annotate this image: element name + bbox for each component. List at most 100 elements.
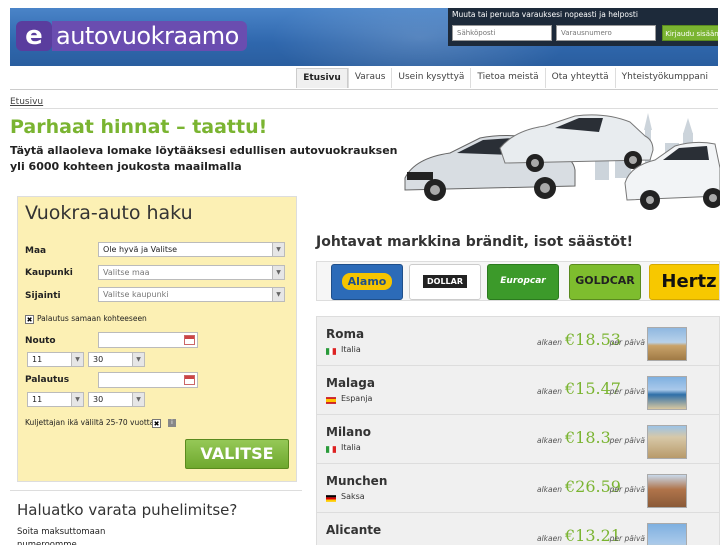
login-button[interactable]: Kirjaudu sisään (662, 25, 718, 41)
page-title: Parhaat hinnat – taattu! (10, 116, 268, 138)
breadcrumb[interactable]: Etusivu (10, 97, 43, 107)
driver-age-label: Kuljettajan ikä väliltä 25-70 vuotta? (25, 418, 159, 427)
brands-carousel: Alamo DOLLAR Europcar GOLDCAR Hertz (316, 261, 720, 301)
from-label: alkaen (537, 436, 562, 445)
brand-dollar[interactable]: DOLLAR (409, 264, 481, 300)
chevron-down-icon: ▼ (132, 353, 144, 366)
phone-title: Haluatko varata puhelimitse? (17, 501, 238, 519)
reservation-number-input[interactable] (556, 25, 656, 41)
pickup-hour-select[interactable]: 11 ▼ (27, 352, 84, 367)
destination-city: Malaga (326, 376, 375, 390)
destination-price: €18.3 (565, 428, 611, 447)
pickup-minute-select[interactable]: 30 ▼ (88, 352, 145, 367)
nav-item-partner[interactable]: Yhteistyökumppani (614, 68, 714, 88)
login-title: Muuta tai peruuta varauksesi nopeasti ja… (452, 10, 638, 19)
nav-item-booking[interactable]: Varaus (347, 68, 392, 88)
driver-age-checkbox[interactable]: ✖ (152, 419, 161, 428)
destination-price: €13.21 (565, 526, 621, 545)
alicante-photo[interactable] (647, 523, 687, 545)
info-icon[interactable]: i (168, 419, 176, 427)
pickup-minute-value: 30 (93, 355, 104, 364)
germany-flag-icon (326, 495, 336, 502)
car-search-form: Vuokra-auto haku Maa Ole hyvä ja Valitse… (17, 196, 297, 482)
munchen-photo[interactable] (647, 474, 687, 508)
from-label: alkaen (537, 534, 562, 543)
brand-europcar[interactable]: Europcar (487, 264, 559, 300)
destination-country: Saksa (341, 492, 365, 501)
search-submit-button[interactable]: VALITSE (185, 439, 289, 469)
email-input[interactable] (452, 25, 552, 41)
chevron-down-icon: ▼ (272, 266, 284, 279)
login-box: Muuta tai peruuta varauksesi nopeasti ja… (448, 8, 718, 46)
destination-country: Espanja (341, 394, 373, 403)
main-nav: Etusivu Varaus Usein kysyttyä Tietoa mei… (10, 66, 718, 90)
destination-city: Munchen (326, 474, 388, 488)
italy-flag-icon (326, 446, 336, 453)
nav-item-home[interactable]: Etusivu (296, 68, 348, 88)
from-label: alkaen (537, 485, 562, 494)
destination-city: Roma (326, 327, 365, 341)
return-label: Palautus (25, 375, 70, 385)
brand-alamo[interactable]: Alamo (331, 264, 403, 300)
destination-country: Italia (341, 443, 361, 452)
brands-title: Johtavat markkina brändit, isot säästöt! (316, 234, 634, 250)
brand-goldcar[interactable]: GOLDCAR (569, 264, 641, 300)
calendar-icon[interactable] (184, 335, 195, 345)
return-hour-select[interactable]: 11 ▼ (27, 392, 84, 407)
nav-item-faq[interactable]: Usein kysyttyä (391, 68, 470, 88)
site-logo[interactable]: e autovuokraamo (16, 20, 247, 52)
destination-item[interactable]: Roma Italia alkaen €18.53 per päivä (317, 317, 719, 366)
location-select[interactable]: Valitse kaupunki ▼ (98, 287, 285, 302)
location-select-value: Valitse kaupunki (103, 290, 169, 299)
page-subtitle: Täytä allaoleva lomake löytääksesi edull… (10, 144, 398, 173)
return-hour-value: 11 (32, 395, 43, 404)
chevron-down-icon: ▼ (272, 288, 284, 301)
rome-photo[interactable] (647, 327, 687, 361)
city-select[interactable]: Valitse maa ▼ (98, 265, 285, 280)
pickup-label: Nouto (25, 336, 56, 346)
per-day-label: per päivä (609, 534, 645, 543)
return-date-input[interactable] (98, 372, 198, 388)
same-return-label: Palautus samaan kohteeseen (37, 314, 147, 323)
city-select-value: Valitse maa (103, 268, 150, 277)
same-return-checkbox[interactable]: ✖ (25, 315, 34, 324)
from-label: alkaen (537, 338, 562, 347)
pickup-date-input[interactable] (98, 332, 198, 348)
destination-price: €15.47 (565, 379, 621, 398)
destinations-list: Roma Italia alkaen €18.53 per päivä Mala… (316, 316, 720, 545)
calendar-icon[interactable] (184, 375, 195, 385)
brand-hertz[interactable]: Hertz (649, 264, 719, 300)
site-header: e autovuokraamo Muuta tai peruuta varauk… (10, 8, 718, 66)
nav-item-about[interactable]: Tietoa meistä (470, 68, 544, 88)
country-label: Maa (25, 246, 47, 256)
nav-item-contact[interactable]: Ota yhteyttä (544, 68, 615, 88)
phone-text: Soita maksuttomaan numeroomme (17, 527, 106, 545)
destination-item[interactable]: Alicante alkaen €13.21 per päivä (317, 513, 719, 545)
italy-flag-icon (326, 348, 336, 355)
chevron-down-icon: ▼ (71, 353, 83, 366)
destination-price: €18.53 (565, 330, 621, 349)
destination-item[interactable]: Milano Italia alkaen €18.3 per päivä (317, 415, 719, 464)
per-day-label: per päivä (609, 436, 645, 445)
search-title: Vuokra-auto haku (25, 202, 193, 224)
per-day-label: per päivä (609, 485, 645, 494)
destination-price: €26.59 (565, 477, 621, 496)
location-label: Sijainti (25, 291, 61, 301)
chevron-down-icon: ▼ (272, 243, 284, 256)
malaga-photo[interactable] (647, 376, 687, 410)
logo-text: autovuokraamo (52, 21, 247, 51)
logo-e: e (16, 21, 52, 51)
destination-city: Alicante (326, 523, 382, 537)
destination-item[interactable]: Malaga Espanja alkaen €15.47 per päivä (317, 366, 719, 415)
city-label: Kaupunki (25, 268, 73, 278)
return-minute-select[interactable]: 30 ▼ (88, 392, 145, 407)
pickup-hour-value: 11 (32, 355, 43, 364)
from-label: alkaen (537, 387, 562, 396)
country-select[interactable]: Ole hyvä ja Valitse ▼ (98, 242, 285, 257)
destination-city: Milano (326, 425, 372, 439)
hero-cars-image (404, 113, 720, 210)
chevron-down-icon: ▼ (132, 393, 144, 406)
country-select-value: Ole hyvä ja Valitse (103, 245, 178, 254)
destination-item[interactable]: Munchen Saksa alkaen €26.59 per päivä (317, 464, 719, 513)
milano-photo[interactable] (647, 425, 687, 459)
